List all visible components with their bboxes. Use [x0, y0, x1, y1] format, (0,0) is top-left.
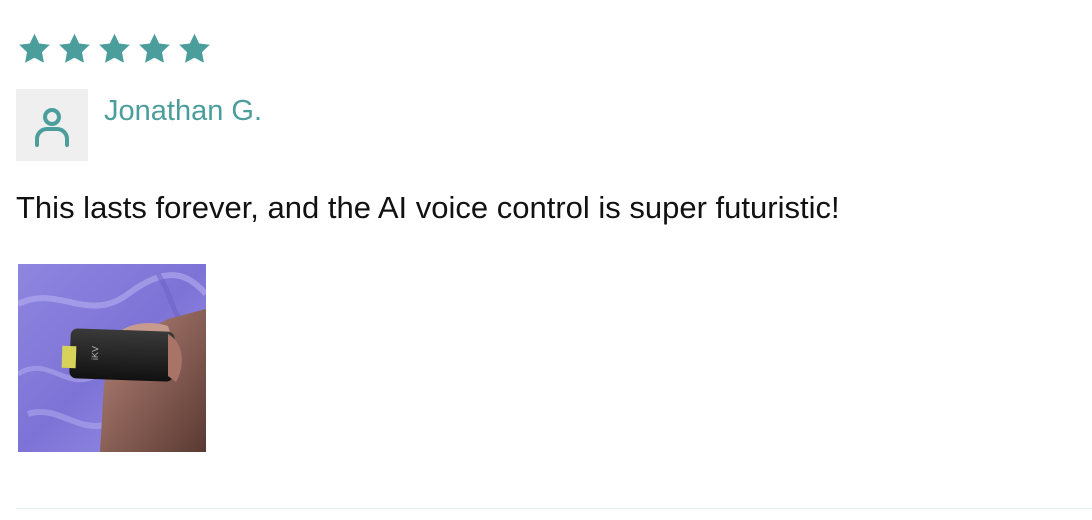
review-photo-image: iKV — [18, 264, 206, 452]
author-name[interactable]: Jonathan G. — [104, 93, 262, 129]
star-icon — [56, 31, 93, 67]
review-card: Jonathan G. This lasts forever, and the … — [0, 0, 1092, 520]
star-icon — [16, 31, 53, 67]
avatar — [16, 89, 88, 161]
review-photo[interactable]: iKV — [18, 264, 206, 452]
user-icon — [35, 108, 69, 147]
svg-text:iKV: iKV — [90, 346, 100, 360]
star-icon — [96, 31, 133, 67]
divider — [16, 508, 1092, 509]
star-icon — [176, 31, 213, 67]
author-row: Jonathan G. — [16, 89, 262, 161]
star-rating — [16, 31, 213, 67]
review-text: This lasts forever, and the AI voice con… — [16, 190, 840, 225]
star-icon — [136, 31, 173, 67]
